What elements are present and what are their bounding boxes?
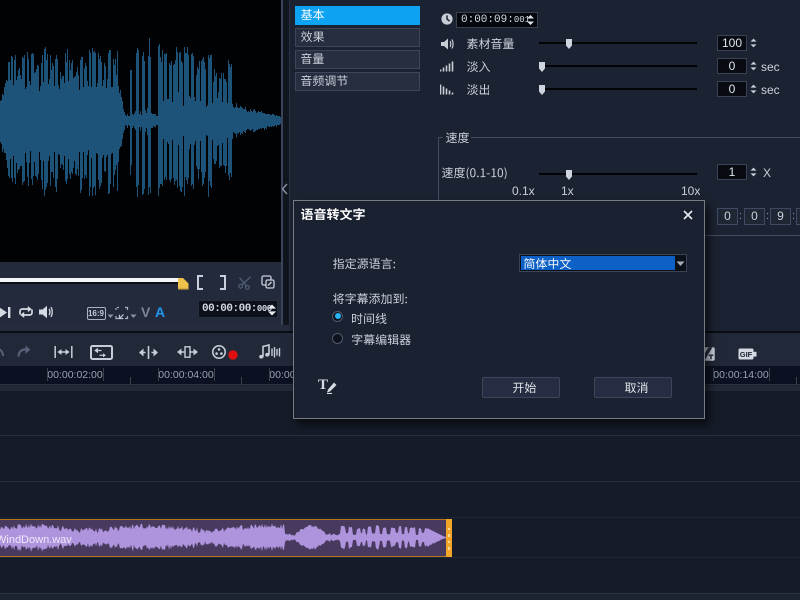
svg-text:GIF: GIF	[740, 350, 753, 359]
